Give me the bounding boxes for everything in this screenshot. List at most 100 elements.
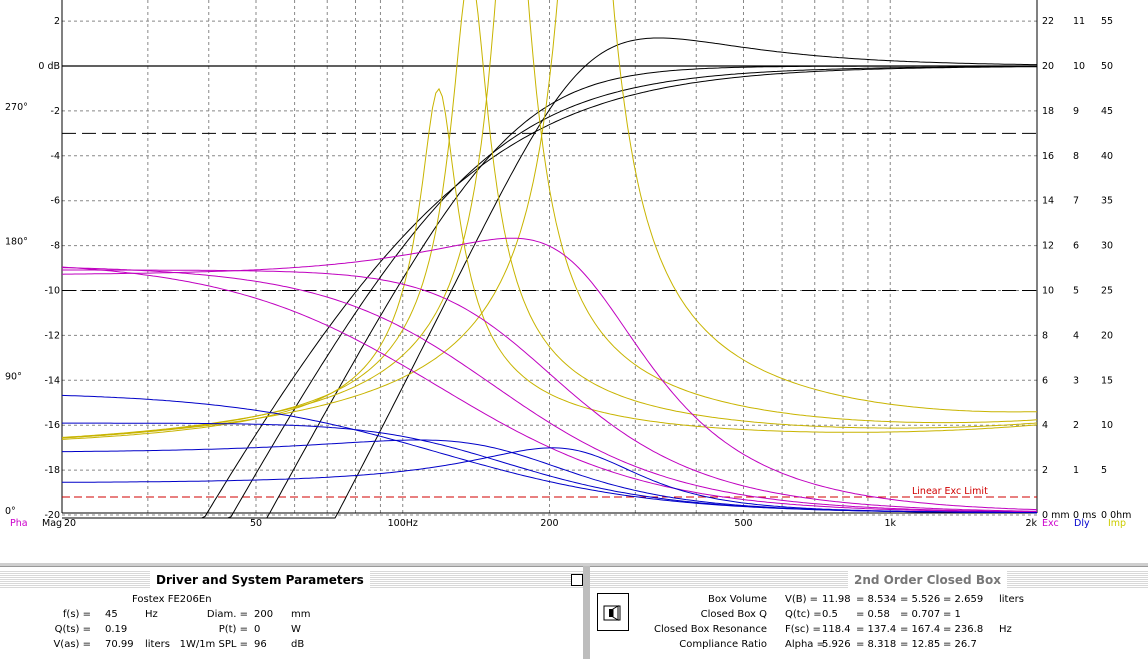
exc-mm-tick-label: 10 bbox=[1042, 286, 1054, 297]
db-tick-label: 0 dB bbox=[38, 61, 60, 72]
legend-label: Dly bbox=[1074, 518, 1090, 529]
param-unit: W bbox=[291, 624, 301, 635]
db-tick-label: -4 bbox=[51, 151, 60, 162]
phase-tick-label: 180° bbox=[5, 237, 28, 248]
param-value[interactable]: 96 bbox=[254, 639, 267, 650]
box-param-value[interactable]: = 137.4 bbox=[856, 624, 896, 635]
db-tick-label: -12 bbox=[44, 330, 60, 341]
delay-ms-tick-label: 9 bbox=[1073, 106, 1079, 117]
param-value[interactable]: 200 bbox=[254, 609, 273, 620]
delay-ms-tick-label: 4 bbox=[1073, 330, 1079, 341]
box-param-name: Box Volume bbox=[708, 594, 767, 605]
param-unit: Hz bbox=[145, 609, 158, 620]
db-tick-label: -16 bbox=[44, 420, 60, 431]
param-value[interactable]: 70.99 bbox=[105, 639, 134, 650]
panel-divider bbox=[583, 566, 590, 659]
exc-mm-tick-label: 22 bbox=[1042, 16, 1054, 27]
box-param-value[interactable]: 118.4 bbox=[822, 624, 851, 635]
box-param-value[interactable]: 0.5 bbox=[822, 609, 838, 620]
param-label: f(s) = bbox=[62, 609, 91, 620]
panel-title: 2nd Order Closed Box bbox=[848, 571, 1007, 589]
panel-title-bar: Driver and System Parameters bbox=[0, 571, 583, 589]
box-param-value[interactable]: = 0.707 bbox=[900, 609, 940, 620]
box-param-value[interactable]: = 26.7 bbox=[943, 639, 977, 650]
phase-axis-label: Pha bbox=[10, 518, 28, 529]
box-param-name: Compliance Ratio bbox=[679, 639, 767, 650]
param-value[interactable]: 0 bbox=[254, 624, 260, 635]
db-tick-label: -2 bbox=[51, 106, 60, 117]
panel-title: Driver and System Parameters bbox=[150, 571, 370, 589]
legend-label: Exc bbox=[1042, 518, 1059, 529]
param-value[interactable]: 0.19 bbox=[105, 624, 127, 635]
impedance-ohm-tick-label: 15 bbox=[1101, 375, 1113, 386]
delay-ms-tick-label: 11 bbox=[1073, 16, 1085, 27]
impedance-ohm-tick-label: 5 bbox=[1101, 465, 1107, 476]
delay-ms-tick-label: 7 bbox=[1073, 196, 1079, 207]
mag-axis-label: Mag bbox=[42, 518, 62, 529]
db-tick-label: -10 bbox=[44, 286, 60, 297]
speaker-box-icon[interactable] bbox=[597, 593, 629, 631]
box-param-value[interactable]: 11.98 bbox=[822, 594, 851, 605]
box-param-value[interactable]: = 12.85 bbox=[900, 639, 940, 650]
box-param-value[interactable]: = 8.318 bbox=[856, 639, 896, 650]
param-unit: dB bbox=[291, 639, 305, 650]
impedance-ohm-tick-label: 40 bbox=[1101, 151, 1113, 162]
exc-limit-label: Linear Exc Limit bbox=[912, 486, 988, 497]
driver-parameters-panel: Driver and System Parameters Fostex FE20… bbox=[0, 566, 583, 660]
impedance-ohm-tick-label: 55 bbox=[1101, 16, 1113, 27]
phase-tick-label: 270° bbox=[5, 102, 28, 113]
panel-zoom-box[interactable] bbox=[571, 574, 583, 586]
param-label: P(t) = bbox=[218, 624, 248, 635]
box-param-value[interactable]: = 8.534 bbox=[856, 594, 896, 605]
box-param-symbol: Q(tc) = bbox=[785, 609, 822, 620]
exc-mm-tick-label: 4 bbox=[1042, 420, 1048, 431]
box-param-value[interactable]: = 1 bbox=[943, 609, 961, 620]
phase-tick-label: 0° bbox=[5, 506, 16, 517]
box-param-symbol: V(B) = bbox=[785, 594, 819, 605]
freq-tick-label: 100Hz bbox=[388, 518, 418, 529]
db-tick-label: -14 bbox=[44, 375, 60, 386]
impedance-ohm-tick-label: 35 bbox=[1101, 196, 1113, 207]
impedance-ohm-tick-label: 50 bbox=[1101, 61, 1113, 72]
db-tick-label: 2 bbox=[54, 16, 60, 27]
param-unit: mm bbox=[291, 609, 311, 620]
box-param-value[interactable]: = 236.8 bbox=[943, 624, 983, 635]
box-param-symbol: Alpha = bbox=[785, 639, 825, 650]
box-param-symbol: F(sc) = bbox=[785, 624, 821, 635]
impedance-ohm-tick-label: 20 bbox=[1101, 330, 1113, 341]
exc-mm-tick-label: 12 bbox=[1042, 241, 1054, 252]
box-param-unit: Hz bbox=[999, 624, 1012, 635]
exc-mm-tick-label: 6 bbox=[1042, 375, 1048, 386]
delay-ms-tick-label: 10 bbox=[1073, 61, 1085, 72]
box-param-value[interactable]: = 167.4 bbox=[900, 624, 940, 635]
legend-label: Imp bbox=[1108, 518, 1126, 529]
param-value[interactable]: 45 bbox=[105, 609, 118, 620]
param-label: Diam. = bbox=[206, 609, 248, 620]
box-param-unit: liters bbox=[999, 594, 1024, 605]
box-param-value[interactable]: 5.926 bbox=[822, 639, 851, 650]
freq-tick-label: 200 bbox=[540, 518, 558, 529]
closed-box-panel: 2nd Order Closed Box Box Volume V(B) = 1… bbox=[590, 566, 1148, 660]
box-param-value[interactable]: = 5.526 bbox=[900, 594, 940, 605]
box-param-name: Closed Box Resonance bbox=[654, 624, 767, 635]
freq-tick-label: 2k bbox=[1025, 518, 1037, 529]
impedance-ohm-tick-label: 30 bbox=[1101, 241, 1113, 252]
exc-mm-tick-label: 8 bbox=[1042, 330, 1048, 341]
param-unit: liters bbox=[145, 639, 170, 650]
box-param-name: Closed Box Q bbox=[700, 609, 767, 620]
exc-mm-tick-label: 18 bbox=[1042, 106, 1054, 117]
phase-tick-label: 90° bbox=[5, 371, 22, 382]
db-tick-label: -6 bbox=[51, 196, 60, 207]
box-param-value[interactable]: = 0.58 bbox=[856, 609, 890, 620]
freq-tick-label: 500 bbox=[734, 518, 752, 529]
impedance-ohm-tick-label: 10 bbox=[1101, 420, 1113, 431]
delay-ms-tick-label: 2 bbox=[1073, 420, 1079, 431]
delay-ms-tick-label: 6 bbox=[1073, 241, 1079, 252]
exc-mm-tick-label: 20 bbox=[1042, 61, 1054, 72]
separator-strip bbox=[0, 530, 1148, 566]
delay-ms-tick-label: 8 bbox=[1073, 151, 1079, 162]
delay-ms-tick-label: 3 bbox=[1073, 375, 1079, 386]
delay-ms-tick-label: 5 bbox=[1073, 286, 1079, 297]
box-param-value[interactable]: = 2.659 bbox=[943, 594, 983, 605]
param-label: Q(ts) = bbox=[54, 624, 91, 635]
